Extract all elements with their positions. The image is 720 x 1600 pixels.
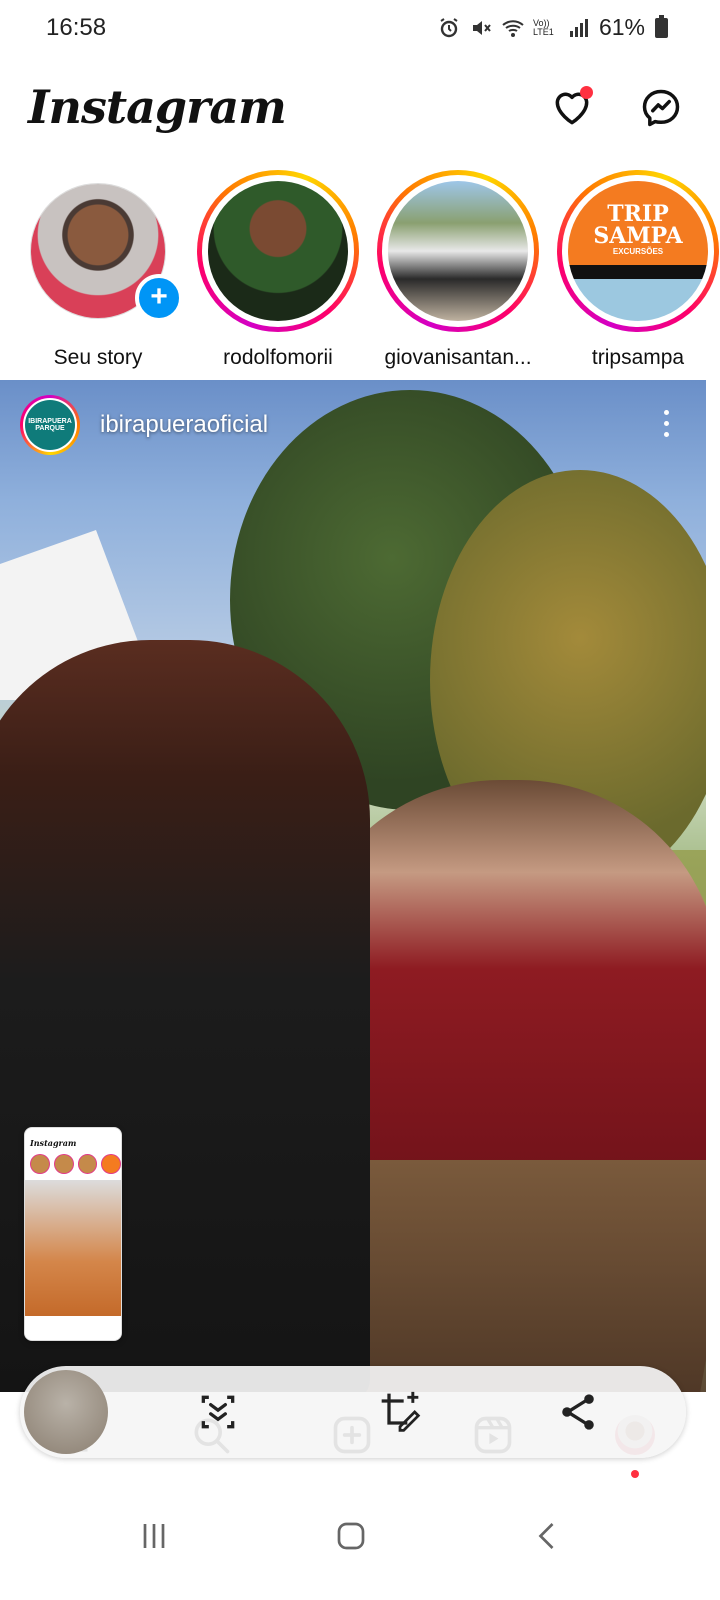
system-nav-bar: [0, 1480, 720, 1600]
post-header: IBIRAPUERA PARQUE ibirapueraoficial: [20, 395, 268, 455]
add-story-button[interactable]: +: [135, 274, 183, 322]
ibirapuera-logo: IBIRAPUERA PARQUE: [25, 400, 75, 450]
post-options-button[interactable]: [656, 410, 676, 446]
story-label: tripsampa: [591, 346, 685, 369]
mini-photo: [25, 1180, 121, 1316]
share-icon: [562, 1394, 594, 1430]
mini-logo: Instagram: [30, 1138, 77, 1148]
story-ring: [377, 170, 539, 332]
post-avatar[interactable]: IBIRAPUERA PARQUE: [20, 395, 80, 455]
story-label: rodolfomorii: [223, 346, 333, 369]
story-tripsampa[interactable]: TRIP SAMPA EXCURSÕES tripsampa: [553, 170, 720, 370]
story-label: giovanisantan...: [384, 346, 532, 369]
story-rodolfomorii[interactable]: rodolfomorii: [193, 170, 363, 370]
mute-icon: [472, 20, 491, 35]
wifi-icon: [502, 19, 524, 37]
app-header: Instagram: [0, 70, 720, 150]
tripsampa-logo: TRIP SAMPA EXCURSÕES: [593, 201, 683, 256]
battery-text: 61%: [598, 14, 645, 40]
back-icon: [538, 1523, 554, 1549]
story-giovanisantana[interactable]: giovanisantan...: [373, 170, 543, 370]
instagram-logo[interactable]: Instagram: [28, 80, 287, 134]
profile-notification-dot: [631, 1470, 639, 1478]
avatar: TRIP SAMPA EXCURSÕES: [568, 181, 708, 321]
messenger-icon: [642, 89, 680, 127]
signal-icon: [569, 18, 588, 37]
recents-icon: [143, 1524, 165, 1548]
battery-icon: [655, 14, 668, 38]
mini-nav: [25, 1320, 121, 1340]
avatar: [388, 181, 528, 321]
avatar: [208, 181, 348, 321]
notifications-button[interactable]: [548, 84, 596, 132]
crop-edit-button[interactable]: [376, 1388, 424, 1436]
notification-dot: [580, 86, 593, 99]
story-ring: TRIP SAMPA EXCURSÕES: [557, 170, 719, 332]
home-button-icon: [337, 1522, 365, 1550]
screenshot-thumbnail[interactable]: [24, 1370, 108, 1454]
story-own[interactable]: + Seu story: [13, 170, 183, 370]
crop-edit-icon: [381, 1391, 421, 1432]
screenshot-toolbar: [20, 1366, 686, 1458]
story-ring: [197, 170, 359, 332]
post-username[interactable]: ibirapueraoficial: [100, 411, 268, 439]
status-time: 16:58: [46, 14, 107, 41]
volte-icon: Vo)) LTE1: [532, 17, 554, 37]
status-icons: Vo)) LTE1 61%: [437, 14, 668, 41]
recents-button[interactable]: [124, 1506, 184, 1566]
scroll-capture-icon: [201, 1395, 235, 1429]
alarm-icon: [440, 17, 458, 37]
mini-stories: [30, 1154, 121, 1174]
stories-tray: + Seu story rodolfomorii giovanisantan..…: [0, 170, 720, 380]
more-icon: [663, 410, 669, 415]
back-button[interactable]: [518, 1506, 578, 1566]
screenshot-preview[interactable]: Instagram: [24, 1127, 122, 1341]
status-bar: 16:58 Vo)) LTE1 61%: [0, 0, 720, 58]
story-label: Seu story: [53, 346, 143, 369]
messenger-button[interactable]: [637, 84, 685, 132]
home-button[interactable]: [321, 1506, 381, 1566]
share-button[interactable]: [554, 1388, 602, 1436]
scroll-capture-button[interactable]: [194, 1388, 242, 1436]
